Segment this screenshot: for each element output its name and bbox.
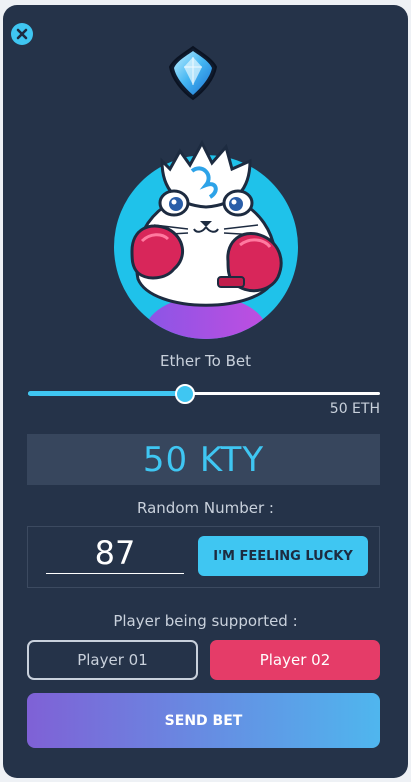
eth-value: 50 ETH — [329, 401, 380, 417]
bet-slider-thumb[interactable] — [174, 384, 195, 404]
kitty-boxer-avatar — [114, 139, 298, 339]
bet-slider-label: Ether To Bet — [160, 352, 251, 370]
close-button[interactable] — [11, 23, 33, 45]
random-number-box: 87 I'M FEELING LUCKY — [27, 526, 380, 588]
kty-amount-display: 50 KTY — [27, 434, 380, 485]
diamond-gem-icon — [168, 45, 218, 101]
player-support-label: Player being supported : — [113, 612, 298, 630]
bet-slider-fill — [28, 391, 185, 396]
random-number-field[interactable]: 87 — [46, 533, 184, 574]
player-1-button[interactable]: Player 01 — [27, 640, 198, 680]
close-icon — [16, 28, 28, 40]
feeling-lucky-button[interactable]: I'M FEELING LUCKY — [198, 536, 368, 576]
player-2-button[interactable]: Player 02 — [210, 640, 380, 680]
send-bet-button[interactable]: SEND BET — [27, 693, 380, 748]
random-number-label: Random Number : — [137, 499, 274, 517]
bet-panel: Ether To Bet 50 ETH 50 KTY Random Number… — [3, 5, 408, 778]
